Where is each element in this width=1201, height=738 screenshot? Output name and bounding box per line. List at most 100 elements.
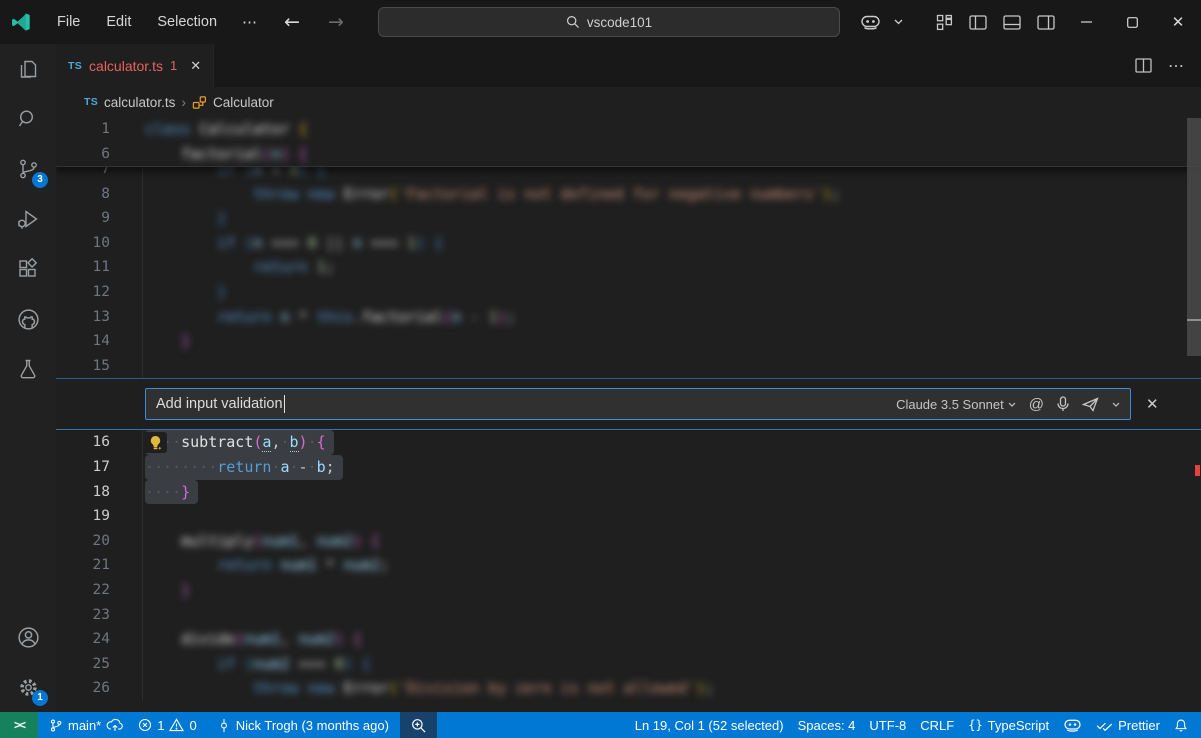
activity-bar-item-settings-gear[interactable]: 1 xyxy=(0,662,56,712)
toggle-secondary-sidebar-icon[interactable] xyxy=(1029,0,1063,44)
encoding-item[interactable]: UTF-8 xyxy=(862,712,913,738)
line-number[interactable]: 12 xyxy=(56,280,110,305)
toggle-panel-icon[interactable] xyxy=(995,0,1029,44)
model-picker[interactable]: Claude 3.5 Sonnet xyxy=(896,397,1016,412)
split-editor-icon[interactable] xyxy=(1135,58,1152,73)
breadcrumb[interactable]: TS calculator.ts › Calculator xyxy=(56,87,1201,117)
line-content[interactable]: } xyxy=(145,329,1201,354)
navigate-back-icon[interactable]: ← xyxy=(270,11,314,33)
notifications-item[interactable] xyxy=(1167,712,1195,738)
menu-edit[interactable]: Edit xyxy=(93,0,144,44)
line-content[interactable]: throw new Error('Factorial is not define… xyxy=(145,182,1201,207)
sticky-scroll[interactable]: 1 class Calculator { 6 factorial(n) { xyxy=(56,117,1201,167)
chevron-down-icon[interactable] xyxy=(881,0,915,44)
activity-bar-item-files[interactable] xyxy=(0,44,56,94)
tab-close-icon[interactable]: ✕ xyxy=(190,58,201,74)
line-content[interactable]: return n * this.factorial(n - 1); xyxy=(145,305,1201,330)
editor-scrollbar[interactable] xyxy=(1187,117,1201,712)
maximize-icon[interactable] xyxy=(1109,0,1155,44)
line-content[interactable]: } xyxy=(145,206,1201,231)
zoom-status-item[interactable] xyxy=(400,712,437,738)
line-number[interactable]: 23 xyxy=(56,603,110,628)
more-menus-icon[interactable]: ⋯ xyxy=(230,13,270,31)
line-number[interactable]: 18 xyxy=(56,480,110,505)
line-content[interactable]: factorial(n) { xyxy=(145,142,1201,167)
breadcrumb-file[interactable]: calculator.ts xyxy=(104,95,175,110)
line-content[interactable]: return num1 * num2; xyxy=(145,553,1201,578)
line-content[interactable]: if (num2 === 0) { xyxy=(145,652,1201,677)
line-number[interactable]: 15 xyxy=(56,354,110,379)
line-number[interactable]: 26 xyxy=(56,676,110,701)
close-window-icon[interactable]: ✕ xyxy=(1155,0,1201,44)
copilot-lightbulb-icon[interactable] xyxy=(143,432,167,453)
activity-bar-item-run-debug[interactable] xyxy=(0,194,56,244)
problems-status-item[interactable]: 1 0 xyxy=(131,712,203,738)
send-options-chevron-icon[interactable] xyxy=(1112,402,1120,407)
line-content[interactable]: ········return·a·-·b; xyxy=(145,455,1201,480)
breadcrumb-symbol[interactable]: Calculator xyxy=(213,95,274,110)
menu-selection[interactable]: Selection xyxy=(144,0,230,44)
cursor-position-item[interactable]: Ln 19, Col 1 (52 selected) xyxy=(628,712,791,738)
inline-chat-input[interactable]: Add input validation Claude 3.5 Sonnet @ xyxy=(145,388,1131,420)
command-center-search[interactable]: vscode101 xyxy=(378,7,840,37)
status-bar: >< main* 1 0 Ni xyxy=(0,712,1201,738)
line-content[interactable]: if (n === 0 || n === 1) { xyxy=(145,231,1201,256)
line-number[interactable]: 11 xyxy=(56,255,110,280)
git-blame-status-item[interactable]: Nick Trogh (3 months ago) xyxy=(210,712,396,738)
line-content[interactable]: divide(num1, num2) { xyxy=(145,627,1201,652)
line-number[interactable]: 17 xyxy=(56,455,110,480)
line-content[interactable]: } xyxy=(145,280,1201,305)
line-number[interactable]: 13 xyxy=(56,305,110,330)
customize-layout-icon[interactable] xyxy=(927,0,961,44)
tab-calculator-ts[interactable]: TS calculator.ts 1 ✕ xyxy=(56,44,214,87)
remote-indicator[interactable]: >< xyxy=(0,712,38,738)
activity-bar-item-testing[interactable] xyxy=(0,344,56,394)
line-content[interactable]: } xyxy=(145,578,1201,603)
line-number[interactable]: 24 xyxy=(56,627,110,652)
line-number[interactable]: 25 xyxy=(56,652,110,677)
line-number[interactable]: 19 xyxy=(56,504,110,529)
minimize-icon[interactable] xyxy=(1063,0,1109,44)
line-content[interactable] xyxy=(145,504,1201,529)
activity-bar-item-search[interactable] xyxy=(0,94,56,144)
activity-bar-item-source-control[interactable]: 3 xyxy=(0,144,56,194)
line-number[interactable]: 10 xyxy=(56,231,110,256)
formatter-status-item[interactable]: Prettier xyxy=(1089,712,1167,738)
line-content[interactable]: return 1; xyxy=(145,255,1201,280)
line-number[interactable]: 22 xyxy=(56,578,110,603)
line-number[interactable]: 1 xyxy=(56,117,110,142)
editor-more-actions-icon[interactable]: ⋯ xyxy=(1168,56,1185,76)
line-number[interactable]: 16 xyxy=(56,430,110,455)
branch-status-item[interactable]: main* xyxy=(42,712,131,738)
toggle-primary-sidebar-icon[interactable] xyxy=(961,0,995,44)
activity-bar-item-github[interactable] xyxy=(0,294,56,344)
line-number[interactable]: 6 xyxy=(56,142,110,167)
eol-item[interactable]: CRLF xyxy=(913,712,961,738)
line-content[interactable]: ····} xyxy=(145,480,1201,505)
line-content[interactable]: ····subtract(a,·b)·{ xyxy=(145,430,1201,455)
line-number[interactable]: 8 xyxy=(56,182,110,207)
code-editor[interactable]: 7 if (n < 0) {8 throw new Error('Factori… xyxy=(56,117,1201,712)
language-mode-item[interactable]: {} TypeScript xyxy=(961,712,1056,738)
activity-bar-item-extensions[interactable] xyxy=(0,244,56,294)
activity-bar-item-account[interactable] xyxy=(0,612,56,662)
line-number[interactable]: 20 xyxy=(56,529,110,554)
send-icon[interactable] xyxy=(1082,397,1099,412)
badge: 3 xyxy=(32,172,48,188)
line-number[interactable]: 9 xyxy=(56,206,110,231)
line-content[interactable] xyxy=(145,603,1201,628)
line-content[interactable] xyxy=(145,354,1201,379)
line-content[interactable]: class Calculator { xyxy=(145,117,1201,142)
line-number[interactable]: 14 xyxy=(56,329,110,354)
warning-icon xyxy=(169,718,184,732)
copilot-status-item[interactable] xyxy=(1056,712,1089,738)
indentation-item[interactable]: Spaces: 4 xyxy=(791,712,863,738)
line-content[interactable]: throw new Error('Division by zero is not… xyxy=(145,676,1201,701)
microphone-icon[interactable] xyxy=(1057,396,1069,412)
menu-file[interactable]: File xyxy=(44,0,93,44)
files-icon xyxy=(16,57,40,81)
attach-context-icon[interactable]: @ xyxy=(1029,396,1044,413)
line-content[interactable]: multiply(num1, num2) { xyxy=(145,529,1201,554)
line-number[interactable]: 21 xyxy=(56,553,110,578)
close-inline-chat-icon[interactable]: ✕ xyxy=(1146,395,1159,413)
